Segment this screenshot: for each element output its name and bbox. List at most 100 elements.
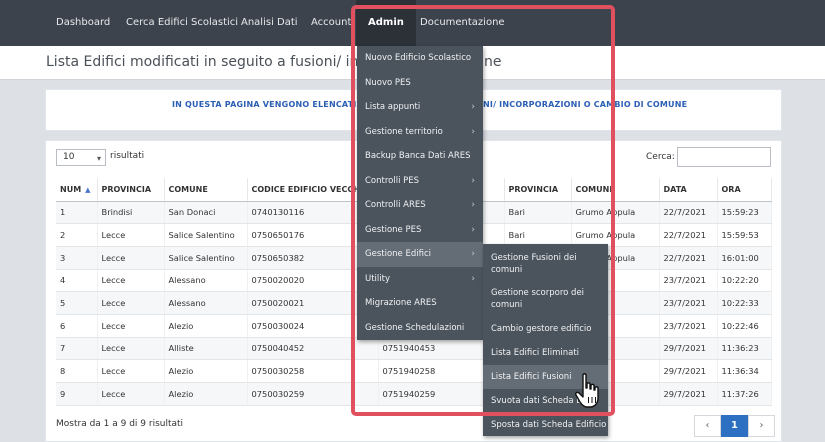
submenu-item-label: Gestione scorporo dei bbox=[491, 288, 585, 298]
admin-menu-item[interactable]: Controlli PES › bbox=[357, 169, 483, 194]
admin-menu-item[interactable]: Gestione territorio › bbox=[357, 120, 483, 145]
submenu-item-label-line2: comuni bbox=[491, 300, 523, 310]
sort-asc-icon: ▲ bbox=[85, 185, 91, 194]
table-cell: 11:36:23 bbox=[717, 337, 772, 361]
search-input[interactable] bbox=[677, 147, 771, 167]
table-cell: Bari bbox=[504, 223, 572, 247]
table-row[interactable]: 8LecceAlezio07500302580751940258IO TEST2… bbox=[56, 359, 772, 383]
table-cell: 7 bbox=[56, 337, 98, 361]
col-header-provincia-nuova[interactable]: PROVINCIA bbox=[504, 178, 572, 202]
table-cell: 15:59:23 bbox=[717, 201, 772, 225]
admin-menu-item[interactable]: Utility › bbox=[357, 267, 483, 292]
table-cell: Bari bbox=[504, 201, 572, 225]
table-cell: 6 bbox=[56, 314, 98, 338]
page-length-label: risultati bbox=[110, 151, 145, 161]
submenu-item[interactable]: Lista Edifici Eliminati bbox=[483, 341, 608, 365]
table-cell: 23/7/2021 bbox=[659, 314, 718, 338]
admin-menu-item[interactable]: Migrazione ARES bbox=[357, 291, 483, 316]
top-navbar: Dashboard Cerca Edifici Scolastici Anali… bbox=[0, 0, 825, 46]
nav-admin[interactable]: Admin bbox=[356, 0, 416, 46]
table-cell: 1 bbox=[56, 201, 98, 225]
table-cell: 0750030258 bbox=[247, 359, 379, 383]
chevron-right-icon: › bbox=[471, 102, 475, 112]
nav-cerca-edifici[interactable]: Cerca Edifici Scolastici bbox=[126, 0, 238, 46]
admin-menu-item[interactable]: Controlli ARES › bbox=[357, 193, 483, 218]
table-cell: 0750040452 bbox=[247, 337, 379, 361]
admin-menu-item[interactable]: Gestione Schedulazioni bbox=[357, 316, 483, 341]
table-cell: Lecce bbox=[97, 382, 165, 406]
page-length-select[interactable]: 10 ▾ bbox=[56, 149, 106, 166]
nav-account[interactable]: Account bbox=[311, 0, 351, 46]
admin-menu-item-label: Migrazione ARES bbox=[365, 298, 437, 308]
pagination-next-button[interactable]: › bbox=[748, 415, 775, 437]
pagination-page-button[interactable]: 1 bbox=[721, 415, 748, 437]
table-cell: Lecce bbox=[97, 359, 165, 383]
chevron-right-icon: › bbox=[471, 175, 475, 186]
submenu-item[interactable]: Gestione scorporo dei comuni bbox=[483, 281, 608, 317]
nav-dashboard[interactable]: Dashboard bbox=[56, 0, 110, 46]
col-header-num[interactable]: NUM ▲ bbox=[56, 178, 98, 202]
col-header-comune[interactable]: COMUNE bbox=[164, 178, 248, 202]
table-cell: Alliste bbox=[164, 337, 248, 361]
admin-menu-item[interactable]: Gestione PES › bbox=[357, 218, 483, 243]
page-title-tail: ne bbox=[484, 54, 502, 70]
submenu-item-label-line2: comuni bbox=[491, 264, 523, 275]
admin-menu-item-label: Utility bbox=[365, 273, 391, 284]
chevron-right-icon: › bbox=[471, 200, 475, 210]
table-cell: 0750030259 bbox=[247, 382, 379, 406]
admin-menu-item-label: Gestione Edifici bbox=[365, 249, 431, 259]
col-header-ora[interactable]: ORA bbox=[717, 178, 772, 202]
submenu-item[interactable]: Gestione Fusioni dei comuni bbox=[483, 246, 608, 281]
col-header-provincia[interactable]: PROVINCIA bbox=[97, 178, 165, 202]
table-cell: Salice Salentino bbox=[164, 223, 248, 247]
chevron-right-icon: › bbox=[471, 126, 475, 137]
admin-menu-item-label: Gestione Schedulazioni bbox=[365, 322, 465, 333]
admin-menu-item[interactable]: Nuovo Edificio Scolastico bbox=[357, 46, 483, 71]
table-cell: 29/7/2021 bbox=[659, 359, 718, 383]
table-cell: 22/7/2021 bbox=[659, 246, 718, 270]
table-cell: 8 bbox=[56, 359, 98, 383]
search-label: Cerca: bbox=[646, 152, 675, 162]
col-header-data[interactable]: DATA bbox=[659, 178, 718, 202]
table-cell: 2 bbox=[56, 223, 98, 247]
admin-menu-item-label: Controlli PES bbox=[365, 175, 420, 186]
chevron-right-icon: › bbox=[471, 224, 475, 235]
submenu-item[interactable]: Cambio gestore edificio bbox=[483, 317, 608, 341]
admin-menu-item[interactable]: Lista appunti › bbox=[357, 95, 483, 120]
admin-menu-item-label: Gestione territorio bbox=[365, 126, 443, 137]
table-cell: Alessano bbox=[164, 291, 248, 315]
table-cell: 10:22:46 bbox=[717, 314, 772, 338]
table-cell: Lecce bbox=[97, 291, 165, 315]
table-cell: 9 bbox=[56, 382, 98, 406]
table-cell: Salice Salentino bbox=[164, 246, 248, 270]
submenu-item[interactable]: Sposta dati Scheda Edificio bbox=[483, 413, 608, 436]
table-cell: Alezio bbox=[164, 314, 248, 338]
table-cell: Alessano bbox=[164, 269, 248, 293]
nav-documentazione[interactable]: Documentazione bbox=[420, 0, 505, 46]
table-cell: 5 bbox=[56, 291, 98, 315]
table-cell: 23/7/2021 bbox=[659, 291, 718, 315]
col-header-comune-nuovo[interactable]: COMUNE bbox=[571, 178, 660, 202]
page-length-value: 10 bbox=[63, 152, 75, 162]
admin-menu-item[interactable]: Nuovo PES bbox=[357, 71, 483, 96]
admin-menu-item[interactable]: Gestione Edifici › bbox=[357, 242, 483, 267]
table-row[interactable]: 7LecceAlliste07500404520751940453IO TEST… bbox=[56, 337, 772, 361]
admin-menu-item-label: Nuovo PES bbox=[365, 77, 411, 88]
submenu-item-label: Lista Edifici Eliminati bbox=[491, 348, 580, 358]
chevron-right-icon: › bbox=[471, 273, 475, 284]
pagination: ‹ 1 › bbox=[694, 415, 775, 437]
pagination-prev-button[interactable]: ‹ bbox=[694, 415, 721, 437]
table-cell: San Donaci bbox=[164, 201, 248, 225]
table-cell: 3 bbox=[56, 246, 98, 270]
table-cell: Alezio bbox=[164, 359, 248, 383]
nav-analisi-dati[interactable]: Analisi Dati bbox=[241, 0, 298, 46]
admin-menu-item[interactable]: Backup Banca Dati ARES bbox=[357, 144, 483, 169]
admin-menu-item-label: Gestione PES bbox=[365, 224, 422, 235]
table-cell: Lecce bbox=[97, 337, 165, 361]
table-cell: 22/7/2021 bbox=[659, 201, 718, 225]
admin-menu-item-label: Nuovo Edificio Scolastico bbox=[365, 53, 472, 63]
admin-menu-item-label: Backup Banca Dati ARES bbox=[365, 151, 471, 161]
table-cell: Lecce bbox=[97, 314, 165, 338]
pagination-info: Mostra da 1 a 9 di 9 risultati bbox=[56, 419, 184, 429]
table-row[interactable]: 9LecceAlezio07500302590751940259IO TEST2… bbox=[56, 382, 772, 406]
